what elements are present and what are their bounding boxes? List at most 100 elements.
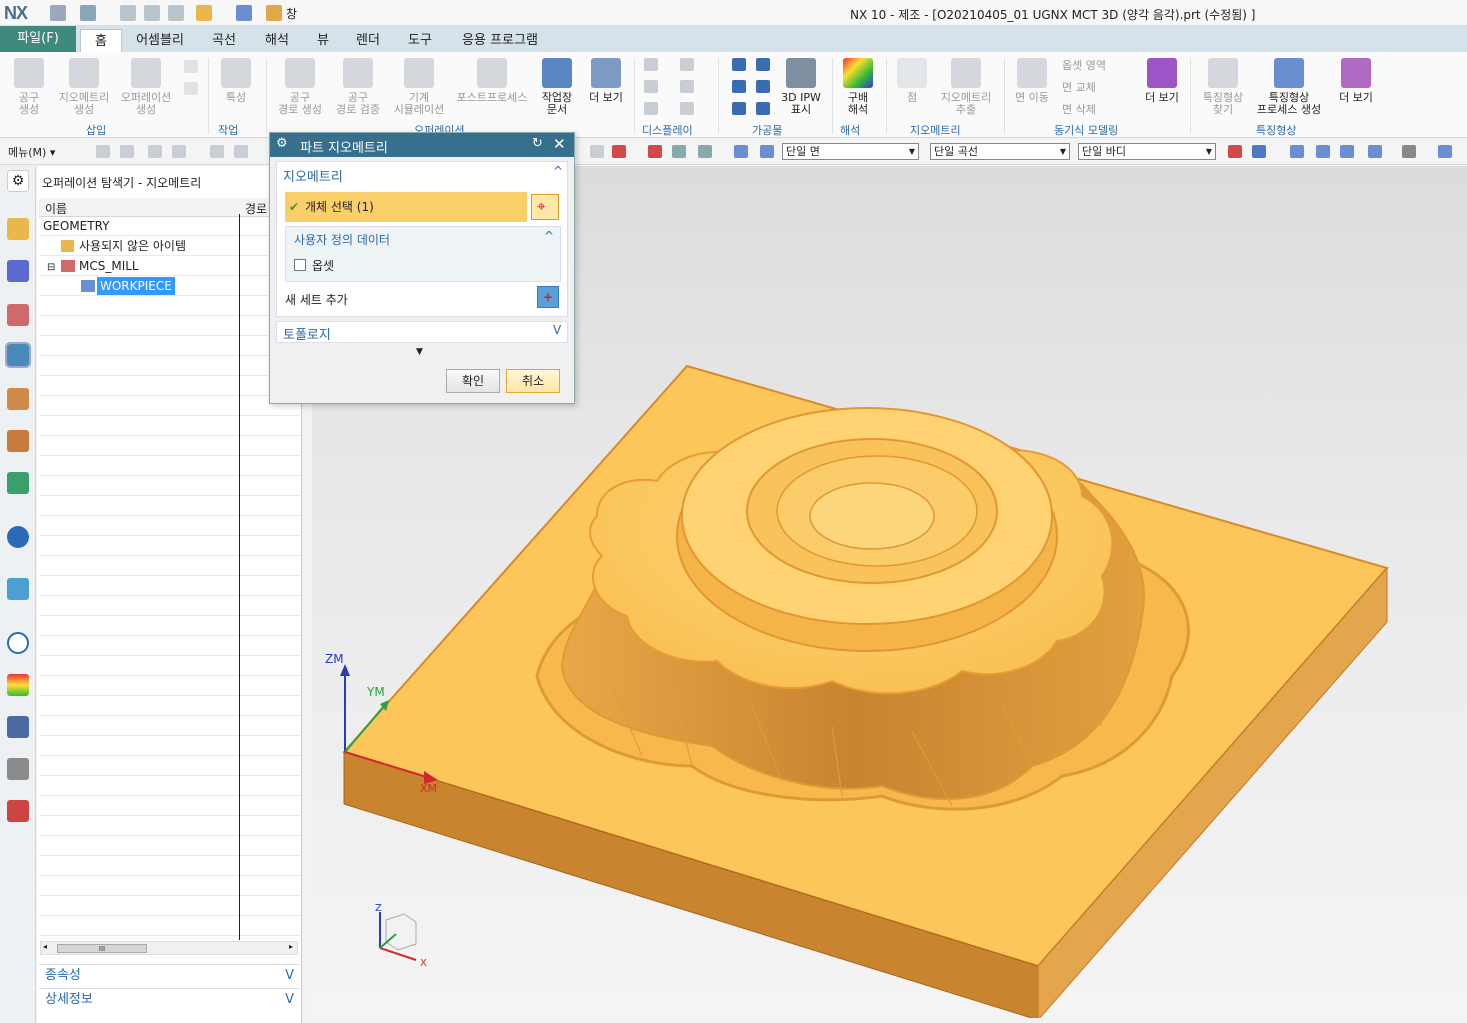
cancel-button[interactable]: 취소: [506, 369, 560, 393]
machine-simulation-button[interactable]: 기계 시뮬레이션: [388, 58, 450, 116]
select-object-button[interactable]: ⌖: [531, 194, 559, 220]
column-divider[interactable]: [239, 214, 240, 940]
bowl-floor[interactable]: [809, 482, 935, 550]
geometry-section-title[interactable]: 지오메트리: [283, 166, 343, 185]
workpiece-icon-4[interactable]: [756, 80, 770, 93]
toolbar-icon[interactable]: [590, 145, 604, 158]
create-geometry-button[interactable]: 지오메트리 생성: [54, 58, 114, 116]
display-icon-5[interactable]: [644, 102, 658, 115]
face-filter-select[interactable]: 단일 면: [782, 143, 919, 160]
display-icon-4[interactable]: [680, 80, 694, 93]
reset-icon[interactable]: ↻: [532, 136, 543, 151]
generate-path-button[interactable]: 공구 경로 생성: [272, 58, 328, 116]
create-tool-button[interactable]: 공구 생성: [6, 58, 52, 116]
assembly-navigator-icon[interactable]: [7, 218, 29, 240]
ok-button[interactable]: 확인: [446, 369, 500, 393]
tree-row-mcs-mill[interactable]: ⊟ MCS_MILL: [39, 256, 300, 276]
tree-row-workpiece[interactable]: WORKPIECE: [39, 276, 300, 296]
method-icon[interactable]: [184, 60, 198, 73]
snap-icon[interactable]: [648, 145, 662, 158]
create-operation-button[interactable]: 오퍼레이션 생성: [116, 58, 176, 116]
tab-home[interactable]: 홈: [80, 29, 122, 52]
user-defined-title[interactable]: 사용자 정의 데이터: [294, 231, 390, 248]
extract-geometry-button[interactable]: 지오메트리 추출: [936, 58, 996, 116]
tab-analysis[interactable]: 해석: [254, 29, 300, 52]
history-icon[interactable]: [7, 632, 29, 654]
chevron-up-icon[interactable]: ^: [553, 164, 563, 178]
copy-icon[interactable]: [144, 5, 160, 21]
draft-analysis-button[interactable]: 구배 해석: [836, 58, 880, 116]
tab-render[interactable]: 렌더: [346, 29, 390, 52]
tab-applications[interactable]: 응용 프로그램: [450, 29, 550, 52]
process-studio-icon[interactable]: [7, 674, 29, 696]
settings-icon[interactable]: ⚙: [7, 170, 29, 192]
expand-more-icon[interactable]: ▼: [416, 347, 423, 357]
move-face-button[interactable]: 면 이동: [1010, 58, 1054, 104]
view-cube-icon[interactable]: [1438, 145, 1452, 158]
tree-row-unused-items[interactable]: 사용되지 않은 아이템: [39, 236, 300, 256]
workpiece-icon-3[interactable]: [732, 80, 746, 93]
cut-icon[interactable]: [120, 5, 136, 21]
add-set-button[interactable]: +: [537, 286, 559, 308]
tab-view[interactable]: 뷰: [306, 29, 340, 52]
offset-checkbox[interactable]: [294, 259, 306, 271]
constraint-navigator-icon[interactable]: [7, 260, 29, 282]
touch-mode-icon[interactable]: [236, 5, 252, 21]
find-feature-button[interactable]: 특징형상 찾기: [1196, 58, 1250, 116]
arrow-icon[interactable]: [1252, 145, 1266, 158]
reuse-library-icon[interactable]: [7, 430, 29, 452]
fit-view-icon[interactable]: [1290, 145, 1304, 158]
zoom-icon[interactable]: [1316, 145, 1330, 158]
detail-panel-header[interactable]: 상세정보 V: [39, 988, 300, 1010]
display-icon-2[interactable]: [680, 58, 694, 71]
library-icon[interactable]: [7, 472, 29, 494]
part-navigator-icon[interactable]: [7, 304, 29, 326]
toolbar-icon[interactable]: [760, 145, 774, 158]
window-menu[interactable]: 창: [286, 5, 297, 22]
dependency-panel-header[interactable]: 종속성 V: [39, 964, 300, 986]
toolbar-icon[interactable]: [210, 145, 224, 158]
scroll-right-icon[interactable]: ▸: [289, 942, 293, 951]
tree-row-geometry[interactable]: GEOMETRY: [39, 216, 300, 236]
close-icon[interactable]: ✕: [553, 135, 566, 153]
curve-filter-select[interactable]: 단일 곡선: [930, 143, 1070, 160]
repeat-command-icon[interactable]: [196, 5, 212, 21]
display-icon[interactable]: [644, 58, 658, 71]
replace-face-button[interactable]: 면 교체: [1062, 82, 1136, 94]
workpiece-icon-6[interactable]: [756, 102, 770, 115]
dialog-header[interactable]: ⚙ 파트 지오메트리 ↻ ✕: [270, 133, 574, 157]
path-column-header[interactable]: 경로: [245, 200, 267, 217]
select-object-row[interactable]: ✔ 개체 선택 (1): [285, 192, 527, 222]
system-scene-icon[interactable]: [7, 758, 29, 780]
toolbar-icon[interactable]: [234, 145, 248, 158]
postprocess-button[interactable]: 포스트프로세스: [452, 58, 532, 104]
program-icon[interactable]: [184, 82, 198, 95]
machine-tool-navigator-icon[interactable]: [7, 388, 29, 410]
expand-icon[interactable]: ⊟: [47, 258, 55, 278]
tab-assembly[interactable]: 어셈블리: [128, 29, 192, 52]
workpiece-icon-5[interactable]: [732, 102, 746, 115]
tab-curve[interactable]: 곡선: [200, 29, 248, 52]
point-button[interactable]: 점: [892, 58, 932, 104]
palette-icon[interactable]: [7, 800, 29, 822]
more-sync-button[interactable]: 더 보기: [1140, 58, 1184, 104]
shop-document-button[interactable]: 작업장 문서: [536, 58, 578, 116]
toolbar-icon[interactable]: [672, 145, 686, 158]
menu-button[interactable]: 메뉴(M) ▾: [8, 144, 55, 160]
scroll-thumb[interactable]: III: [57, 944, 147, 953]
toolbar-icon[interactable]: [148, 145, 162, 158]
topology-section[interactable]: 토폴로지 V: [276, 321, 568, 343]
offset-region-button[interactable]: 옵셋 영역: [1062, 60, 1136, 72]
toolbar-icon[interactable]: [734, 145, 748, 158]
delete-face-button[interactable]: 면 삭제: [1062, 104, 1136, 116]
attribute-button[interactable]: 특성: [214, 58, 258, 104]
toolbar-icon[interactable]: [120, 145, 134, 158]
name-column-header[interactable]: 이름: [45, 200, 67, 217]
operation-navigator-icon[interactable]: [5, 342, 31, 368]
workpiece-icon[interactable]: [732, 58, 746, 71]
orient-icon[interactable]: [1368, 145, 1382, 158]
toolbar-icon[interactable]: [698, 145, 712, 158]
info-icon[interactable]: [7, 526, 29, 548]
toolbar-icon[interactable]: [96, 145, 110, 158]
horizontal-scrollbar[interactable]: ◂ III ▸: [40, 941, 298, 955]
